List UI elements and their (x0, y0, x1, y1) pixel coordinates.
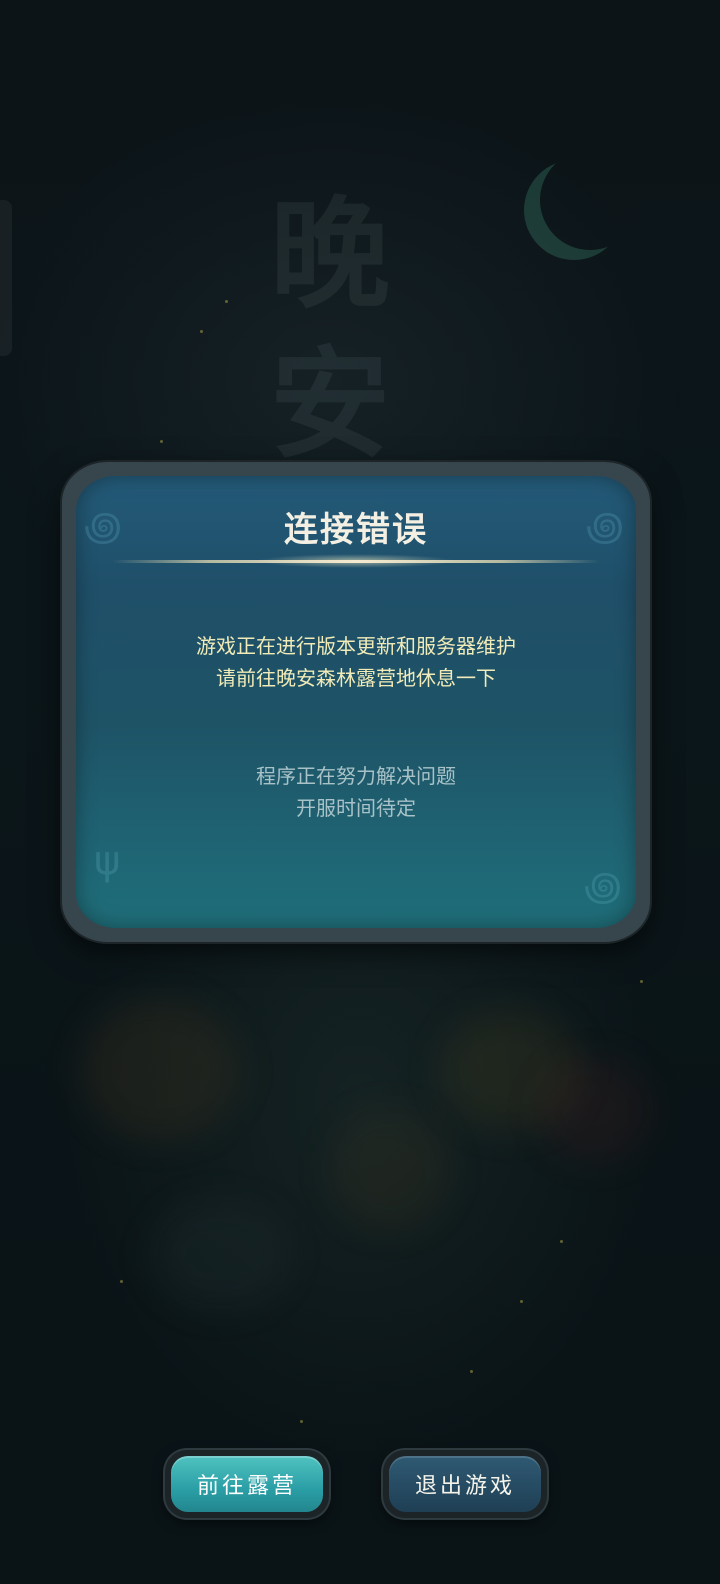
dialog-panel: ꩜ ꩜ ψ ꩜ 连接错误 游戏正在进行版本更新和服务器维护 请前往晚安森林露营地… (76, 476, 636, 928)
firefly-dot (160, 440, 163, 443)
go-to-camp-button[interactable]: 前往露营 (165, 1450, 329, 1518)
firefly-dot (640, 980, 643, 983)
firefly-dot (470, 1370, 473, 1373)
exit-game-label: 退出游戏 (389, 1456, 541, 1512)
maintenance-message-line: 请前往晚安森林露营地休息一下 (216, 666, 496, 690)
background-character-glow (150, 1200, 290, 1310)
background-title-art: 晚安 (270, 184, 394, 475)
title-divider (112, 560, 600, 563)
status-message-line: 程序正在努力解决问题 (256, 764, 456, 788)
maintenance-message: 游戏正在进行版本更新和服务器维护 请前往晚安森林露营地休息一下 (76, 630, 636, 694)
connection-error-dialog: ꩜ ꩜ ψ ꩜ 连接错误 游戏正在进行版本更新和服务器维护 请前往晚安森林露营地… (62, 462, 650, 942)
background-character-glow (80, 1000, 240, 1140)
background-character-glow (540, 1060, 650, 1160)
firefly-dot (200, 330, 203, 333)
maintenance-message-line: 游戏正在进行版本更新和服务器维护 (196, 634, 516, 658)
moon-icon (540, 150, 640, 250)
status-message: 程序正在努力解决问题 开服时间待定 (76, 760, 636, 824)
dialog-title: 连接错误 (284, 510, 428, 550)
firefly-dot (300, 1420, 303, 1423)
firefly-dot (120, 1280, 123, 1283)
decorative-rune-icon: ψ (94, 838, 121, 884)
firefly-dot (560, 1240, 563, 1243)
decorative-swirl-icon: ꩜ (584, 864, 622, 910)
game-screen: 晚安 ꩜ ꩜ ψ ꩜ 连接错误 游戏正在进行版本更新和服务器维护 请前往晚安森林… (0, 0, 720, 1584)
status-message-line: 开服时间待定 (296, 796, 416, 820)
background-character-glow (330, 1110, 450, 1230)
firefly-dot (520, 1300, 523, 1303)
go-to-camp-label: 前往露营 (171, 1456, 323, 1512)
exit-game-button[interactable]: 退出游戏 (383, 1450, 547, 1518)
firefly-dot (225, 300, 228, 303)
side-edge-handle (0, 200, 12, 356)
